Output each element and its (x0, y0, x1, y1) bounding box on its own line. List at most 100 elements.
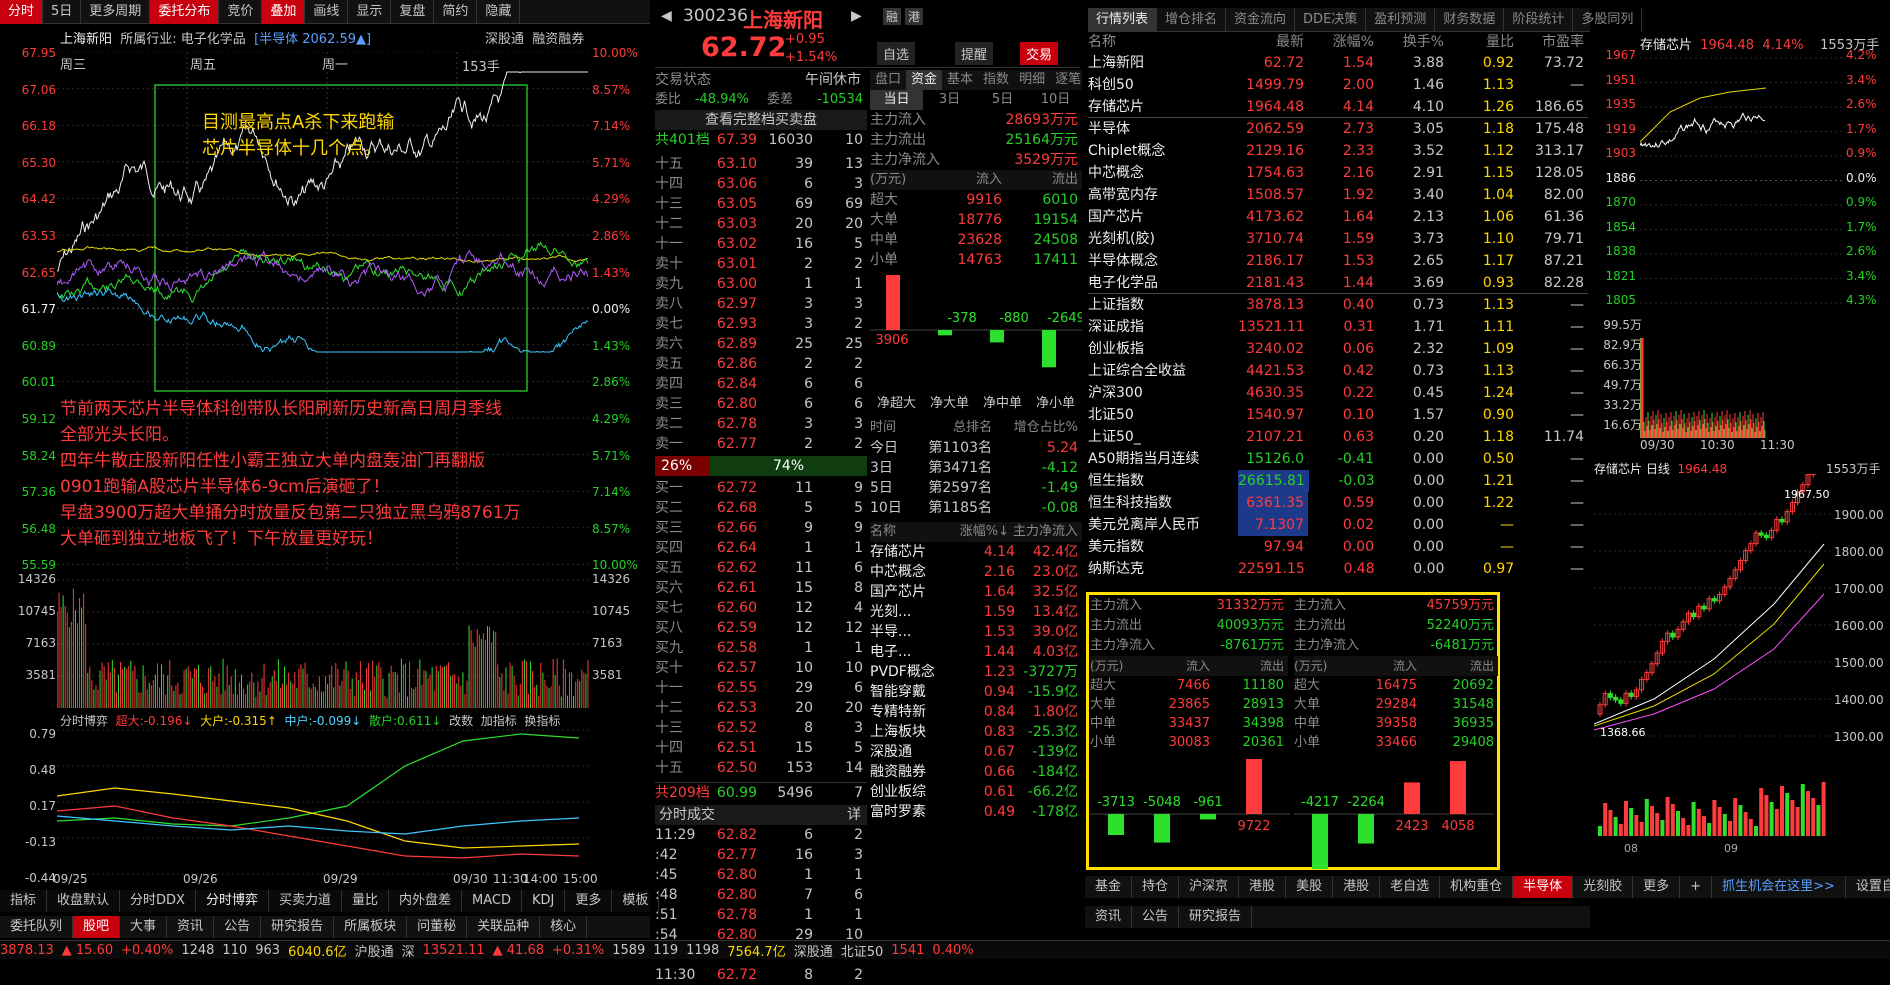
watchlist-tab[interactable]: 机构重仓 (1440, 876, 1514, 898)
sector-tag[interactable]: [半导体 2062.59▲] (254, 32, 371, 47)
right-volume-chart[interactable] (1640, 318, 1845, 438)
ddx-chart[interactable] (57, 726, 589, 876)
tab-more-periods[interactable]: 更多周期 (81, 0, 151, 24)
next-stock-icon[interactable]: ▶ (851, 8, 862, 24)
list-row[interactable]: 高带宽内存 1508.57 1.92 3.40 1.04 82.00 (1088, 184, 1588, 206)
list-row[interactable]: 半导体 2062.59 2.73 3.05 1.18 175.48 (1088, 118, 1588, 140)
list-tab[interactable]: 盈利预测 (1366, 7, 1436, 32)
sector-row[interactable]: 存储芯片 4.14 42.4亿 (870, 542, 1082, 562)
list-tab[interactable]: 多股同列 (1573, 7, 1643, 32)
watchlist-tab[interactable]: 老自选 (1380, 876, 1441, 898)
tab-overlay[interactable]: 叠加 (262, 0, 306, 24)
list-row[interactable]: 国产芯片 4173.62 1.64 2.13 1.06 61.36 (1088, 206, 1588, 228)
ticks-detail-button[interactable]: 详 (847, 805, 867, 825)
full-book-link[interactable]: 查看完整档买卖盘 (655, 110, 867, 130)
left-nav-tab[interactable]: 委托队列 (0, 916, 74, 938)
list-tab[interactable]: 增仓排名 (1157, 7, 1227, 32)
trade-button[interactable]: 交易 (1020, 42, 1059, 65)
list-row[interactable]: 沪深300 4630.35 0.22 0.45 1.24 — (1088, 382, 1588, 404)
sector-row[interactable]: 光刻... 1.59 13.4亿 (870, 602, 1082, 622)
tab-hide[interactable]: 隐藏 (477, 0, 521, 24)
left-nav-tab[interactable]: 资讯 (167, 916, 215, 938)
list-row[interactable]: 创业板指 3240.02 0.06 2.32 1.09 — (1088, 338, 1588, 360)
indicator-tab[interactable]: 指标 (0, 890, 48, 912)
sector-row[interactable]: 中芯概念 2.16 23.0亿 (870, 562, 1082, 582)
list-row[interactable]: 北证50 1540.97 0.10 1.57 0.90 — (1088, 404, 1588, 426)
sector-row[interactable]: PVDF概念 1.23 -3727万 (870, 662, 1082, 682)
list-row[interactable]: Chiplet概念 2129.16 2.33 3.52 1.12 313.17 (1088, 140, 1588, 162)
fund-tab[interactable]: 资金 (906, 70, 943, 90)
fund-period[interactable]: 5日 (976, 90, 1029, 110)
list-tab[interactable]: 阶段统计 (1504, 7, 1574, 32)
list-row[interactable]: 美元兑离岸人民币 7.1307 0.02 0.00 — — (1088, 514, 1588, 536)
indicator-tab[interactable]: KDJ (522, 890, 566, 912)
sector-row[interactable]: 上海板块 0.83 -25.3亿 (870, 722, 1082, 742)
list-tab[interactable]: DDE决策 (1295, 7, 1367, 32)
list-row[interactable]: 恒生指数 26615.81 -0.03 0.00 1.21 — (1088, 470, 1588, 492)
list-row[interactable]: 上证50_ 2107.21 0.63 0.20 1.18 11.74 (1088, 426, 1588, 448)
mid-nav-tab[interactable]: 公告 (1132, 906, 1180, 928)
watchlist-tab[interactable]: 更多 (1633, 876, 1681, 898)
mid-nav-tab[interactable]: 研究报告 (1179, 906, 1253, 928)
tab-auction[interactable]: 竞价 (219, 0, 263, 24)
volume-chart[interactable] (57, 570, 589, 708)
sector-row[interactable]: 富时罗素 0.49 -178亿 (870, 802, 1082, 822)
sector-row[interactable]: 智能穿戴 0.94 -15.9亿 (870, 682, 1082, 702)
tab-replay[interactable]: 复盘 (391, 0, 435, 24)
left-nav-tab[interactable]: 股吧 (73, 916, 121, 938)
list-row[interactable]: 上证指数 3878.13 0.40 0.73 1.13 — (1088, 294, 1588, 316)
fund-tab[interactable]: 逐笔 (1050, 70, 1086, 90)
set-watchlist-button[interactable]: 设置自选股 (1846, 876, 1890, 898)
fund-period[interactable]: 10日 (1029, 90, 1082, 110)
fund-tab[interactable]: 明细 (1014, 70, 1050, 90)
right-intraday-chart[interactable] (1640, 52, 1845, 312)
list-row[interactable]: 中芯概念 1754.63 2.16 2.91 1.15 128.05 (1088, 162, 1588, 184)
list-row[interactable]: 美元指数 97.94 0.00 0.00 — — (1088, 536, 1588, 558)
indicator-tab[interactable]: 买卖力道 (269, 890, 342, 912)
indicator-tab[interactable]: 分时博弈 (196, 890, 269, 912)
indicator-tab[interactable]: 更多 (565, 890, 613, 912)
daily-kline-chart[interactable]: 1967.50 1368.66 08 09 (1594, 474, 1834, 854)
list-row[interactable]: A50期指当月连续 15126.0 -0.41 0.00 0.50 — (1088, 448, 1588, 470)
prev-stock-icon[interactable]: ◀ (661, 8, 672, 24)
watchlist-tab[interactable]: 沪深京 (1179, 876, 1240, 898)
promo-link[interactable]: 抓生机会在这里>> (1712, 876, 1846, 898)
list-row[interactable]: 存储芯片 1964.48 4.14 4.10 1.26 186.65 (1088, 96, 1588, 118)
list-row[interactable]: 恒生科技指数 6361.35 0.59 0.00 1.22 — (1088, 492, 1588, 514)
remind-button[interactable]: 提醒 (955, 42, 994, 65)
tab-5day[interactable]: 5日 (43, 0, 82, 24)
left-nav-tab[interactable]: 核心 (540, 916, 588, 938)
mid-nav-tab[interactable]: 资讯 (1085, 906, 1133, 928)
left-nav-tab[interactable]: 问董秘 (407, 916, 468, 938)
fund-tab[interactable]: 指数 (978, 70, 1014, 90)
fund-tab[interactable]: 基本 (942, 70, 978, 90)
list-row[interactable]: 科创50 1499.79 2.00 1.46 1.13 — (1088, 74, 1588, 96)
sector-row[interactable]: 国产芯片 1.64 32.5亿 (870, 582, 1082, 602)
left-nav-tab[interactable]: 研究报告 (261, 916, 335, 938)
fund-tab[interactable]: 盘口 (870, 70, 906, 90)
indicator-tab[interactable]: 量比 (342, 890, 390, 912)
left-nav-tab[interactable]: 公告 (214, 916, 262, 938)
list-row[interactable]: 深证成指 13521.11 0.31 1.71 1.11 — (1088, 316, 1588, 338)
watchlist-tab[interactable]: 美股 (1286, 876, 1334, 898)
indicator-tab[interactable]: 分时DDX (120, 890, 196, 912)
indicator-tab[interactable]: 内外盘差 (389, 890, 463, 912)
indicator-tab[interactable]: 模板 (612, 890, 660, 912)
list-row[interactable]: 半导体概念 2186.17 1.53 2.65 1.17 87.21 (1088, 250, 1588, 272)
list-tab[interactable]: 财务数据 (1435, 7, 1505, 32)
rzrq-label[interactable]: 融资融券 (532, 32, 584, 47)
indicator-tab[interactable]: 收盘默认 (47, 890, 121, 912)
list-row[interactable]: 光刻机(胶) 3710.74 1.59 3.73 1.10 79.71 (1088, 228, 1588, 250)
sector-row[interactable]: 创业板综 0.61 -66.2亿 (870, 782, 1082, 802)
sector-row[interactable]: 融资融券 0.66 -184亿 (870, 762, 1082, 782)
watchlist-tab[interactable]: 半导体 (1513, 876, 1574, 898)
tab-order-dist[interactable]: 委托分布 (150, 0, 220, 24)
tab-draw[interactable]: 画线 (305, 0, 349, 24)
sgt-label[interactable]: 深股通 (485, 32, 524, 47)
watchlist-tab[interactable]: 光刻胶 (1573, 876, 1634, 898)
sector-row[interactable]: 专精特新 0.84 1.80亿 (870, 702, 1082, 722)
watchlist-tab[interactable]: 基金 (1085, 876, 1133, 898)
fund-period[interactable]: 3日 (923, 90, 976, 110)
list-row[interactable]: 上证综合全收益 4421.53 0.42 0.73 1.13 — (1088, 360, 1588, 382)
list-row[interactable]: 纳斯达克 22591.15 0.48 0.00 0.97 — (1088, 558, 1588, 580)
